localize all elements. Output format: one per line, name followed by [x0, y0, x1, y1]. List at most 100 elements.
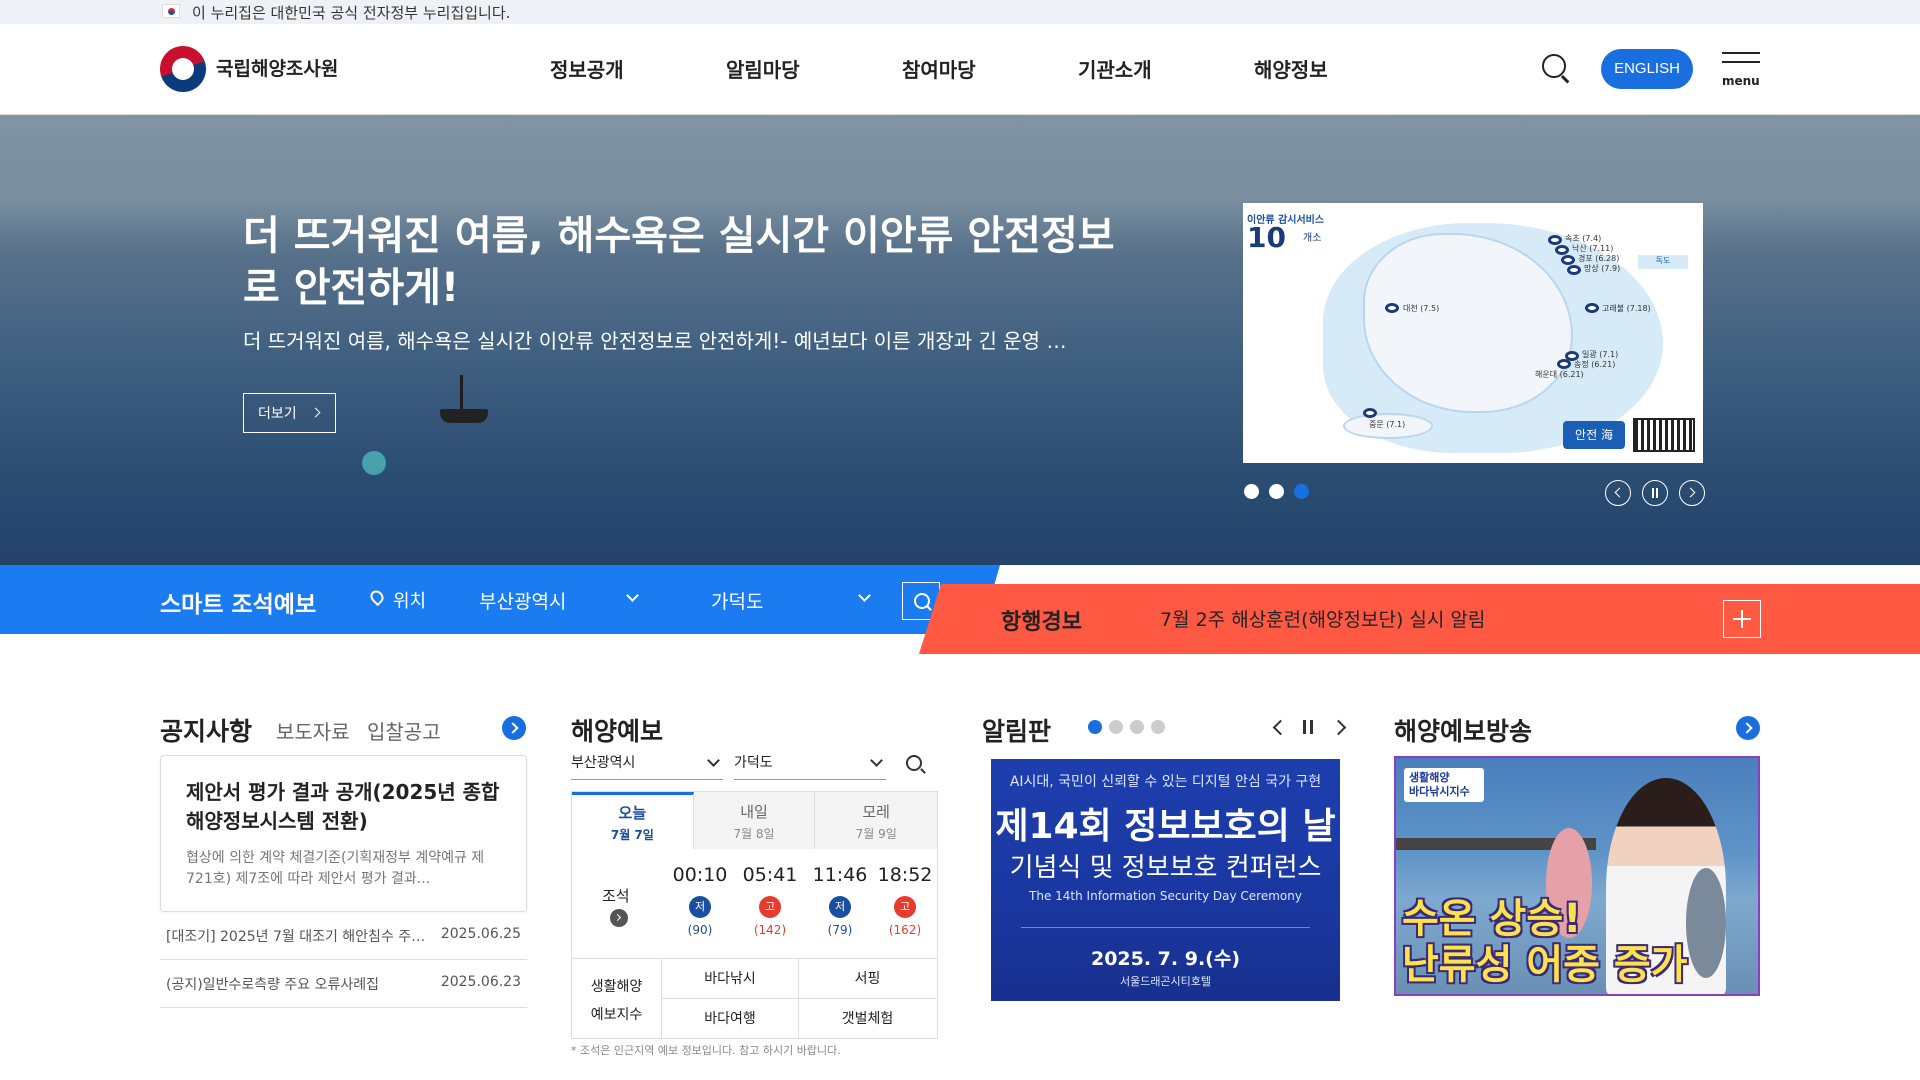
hamburger-icon — [1722, 61, 1760, 63]
map-pin-label: 망상 (7.9) — [1584, 264, 1621, 273]
life-item-surfing[interactable]: 서핑 — [799, 959, 936, 999]
broadcast-caption-2: 난류성 어종 증가 — [1402, 942, 1688, 988]
map-heading-number: 10 — [1247, 221, 1286, 254]
region-select[interactable]: 부산광역시 — [479, 587, 566, 614]
tide-type-badge: 고 — [894, 896, 916, 918]
nav-item-info-disclosure[interactable]: 정보공개 — [550, 54, 726, 83]
site-logo-text[interactable]: 국립해양조사원 — [216, 54, 338, 81]
day-label: 모레 — [862, 803, 890, 821]
forecast-note: * 조석은 인근지역 예보 정보입니다. 참고 하시기 바랍니다. — [571, 1044, 841, 1057]
life-index-label-2: 예보지수 — [590, 1007, 643, 1023]
life-item-fishing[interactable]: 바다낚시 — [662, 959, 799, 999]
day-date: 7월 7일 — [610, 828, 654, 842]
broadcast-tag-line-1: 생활해양 — [1409, 771, 1450, 784]
fish-image — [1686, 868, 1726, 978]
pause-icon[interactable] — [1300, 718, 1316, 736]
broadcast-title: 해양예보방송 — [1394, 717, 1533, 746]
board-dot-1-active[interactable] — [1088, 720, 1102, 734]
map-pin-icon — [1385, 303, 1399, 313]
day-label: 내일 — [740, 803, 768, 821]
map-pin-icon — [1585, 303, 1599, 313]
chevron-down-icon — [707, 754, 720, 767]
banner-line-1: AI시대, 국민이 신뢰할 수 있는 디지털 안심 국가 구현 — [1009, 774, 1322, 790]
plus-icon[interactable] — [1723, 600, 1761, 638]
pause-icon[interactable] — [1642, 480, 1668, 506]
chevron-down-icon — [870, 754, 883, 767]
forecast-search-icon[interactable] — [906, 755, 922, 771]
nav-alert-title: 항행경보 — [1001, 610, 1082, 635]
boat-image — [440, 375, 488, 425]
smart-tide-bar: 스마트 조석예보 위치 부산광역시 가덕도 — [0, 565, 1000, 634]
menu-button[interactable]: menu — [1722, 52, 1760, 88]
nav-item-ocean-info[interactable]: 해양정보 — [1254, 54, 1430, 83]
tide-value: (79) — [827, 923, 853, 937]
board-dot-4[interactable] — [1151, 720, 1165, 734]
broadcast-more-icon[interactable] — [1736, 716, 1760, 740]
prev-arrow-icon[interactable] — [1605, 480, 1631, 506]
list-item[interactable]: [대조기] 2025년 7월 대조기 해안침수 주의보 안내 2025.06.2… — [160, 912, 527, 960]
more-button[interactable]: 더보기 — [243, 393, 336, 433]
nav-item-participation[interactable]: 참여마당 — [902, 54, 1078, 83]
english-button[interactable]: ENGLISH — [1601, 49, 1693, 89]
broadcast-caption-1: 수온 상승! — [1402, 896, 1582, 942]
security-day-banner[interactable]: AI시대, 국민이 신뢰할 수 있는 디지털 안심 국가 구현 제14회 정보보… — [991, 759, 1340, 1001]
tide-time: 00:10 — [672, 864, 728, 886]
tab-bids[interactable]: 입찰공고 — [367, 716, 441, 745]
board-dot-3[interactable] — [1130, 720, 1144, 734]
list-item[interactable]: (공지)일반수로측량 주요 오류사례집 2025.06.23 — [160, 960, 527, 1008]
next-arrow-icon[interactable] — [1679, 480, 1705, 506]
forecast-region-value: 부산광역시 — [571, 755, 636, 771]
banner-line-4: The 14th Information Security Day Ceremo… — [1029, 889, 1302, 903]
board-title: 알림판 — [982, 717, 1052, 746]
forecast-place-select[interactable]: 가덕도 — [734, 752, 886, 780]
korea-flag-icon — [162, 4, 180, 18]
notice-featured-card[interactable]: 제안서 평가 결과 공개(2025년 종합해양정보시스템 전환) 협상에 의한 … — [160, 755, 527, 912]
chevron-left-icon[interactable] — [1270, 718, 1286, 736]
chevron-right-icon[interactable] — [1332, 718, 1348, 736]
chevron-down-icon[interactable] — [626, 589, 639, 602]
tide-value: (90) — [687, 923, 713, 937]
forecast-day-tabs: 오늘 7월 7일 내일 7월 8일 모레 7월 9일 — [572, 792, 938, 849]
broadcast-tag-line-2: 바다낚시지수 — [1409, 785, 1470, 798]
hero-dot-3-active[interactable] — [1294, 484, 1309, 499]
chevron-down-icon[interactable] — [858, 589, 871, 602]
search-icon[interactable] — [1542, 54, 1566, 78]
place-select[interactable]: 가덕도 — [711, 587, 763, 614]
broadcast-thumbnail[interactable]: 생활해양 바다낚시지수 수온 상승! 난류성 어종 증가 — [1394, 756, 1760, 996]
hero-dot-1[interactable] — [1244, 484, 1259, 499]
smart-tide-title: 스마트 조석예보 — [160, 592, 317, 618]
broadcast-caption: 수온 상승! 난류성 어종 증가 — [1402, 896, 1687, 988]
nav-item-about[interactable]: 기관소개 — [1078, 54, 1254, 83]
tab-tomorrow[interactable]: 내일 7월 8일 — [693, 792, 816, 849]
tide-label: 조석 — [602, 887, 630, 905]
notice-more-icon[interactable] — [502, 716, 526, 740]
rip-current-map-card[interactable]: 이안류 감시서비스 10 개소 독도 속초 (7.4) 낙산 (7.11) 경포… — [1243, 203, 1703, 463]
notice-item-date: 2025.06.23 — [440, 974, 521, 990]
location-pin-icon — [367, 587, 387, 607]
hero-controls — [1605, 480, 1716, 506]
board-dot-2[interactable] — [1109, 720, 1123, 734]
life-item-mudflat[interactable]: 갯벌체험 — [799, 999, 936, 1039]
tab-day-after[interactable]: 모레 7월 9일 — [815, 792, 938, 849]
life-index-label-1: 생활해양 — [590, 979, 643, 995]
tide-value: (162) — [888, 923, 922, 937]
map-east-label: 독도 — [1638, 255, 1688, 269]
nav-item-notices[interactable]: 알림마당 — [726, 54, 902, 83]
map-pin-icon — [1567, 265, 1581, 275]
forecast-region-select[interactable]: 부산광역시 — [571, 752, 723, 780]
tab-press[interactable]: 보도자료 — [276, 716, 350, 745]
menu-label: menu — [1722, 74, 1760, 88]
tide-value: (142) — [753, 923, 787, 937]
map-pin-label: 중문 (7.1) — [1369, 420, 1406, 429]
tide-type-badge: 저 — [689, 896, 711, 918]
navigation-alert-bar: 항행경보 7월 2주 해상훈련(해양정보단) 실시 알림 — [919, 584, 1920, 654]
notice-title[interactable]: 공지사항 — [160, 712, 252, 748]
tab-today[interactable]: 오늘 7월 7일 — [572, 792, 694, 849]
hero-dot-2[interactable] — [1269, 484, 1284, 499]
tide-more-icon[interactable] — [610, 909, 628, 927]
tide-time: 05:41 — [742, 864, 798, 886]
taeguk-logo-icon[interactable] — [160, 46, 206, 92]
life-item-sea-travel[interactable]: 바다여행 — [662, 999, 799, 1039]
main-nav: 정보공개 알림마당 참여마당 기관소개 해양정보 — [550, 54, 1430, 83]
nav-alert-text[interactable]: 7월 2주 해상훈련(해양정보단) 실시 알림 — [1160, 605, 1485, 632]
